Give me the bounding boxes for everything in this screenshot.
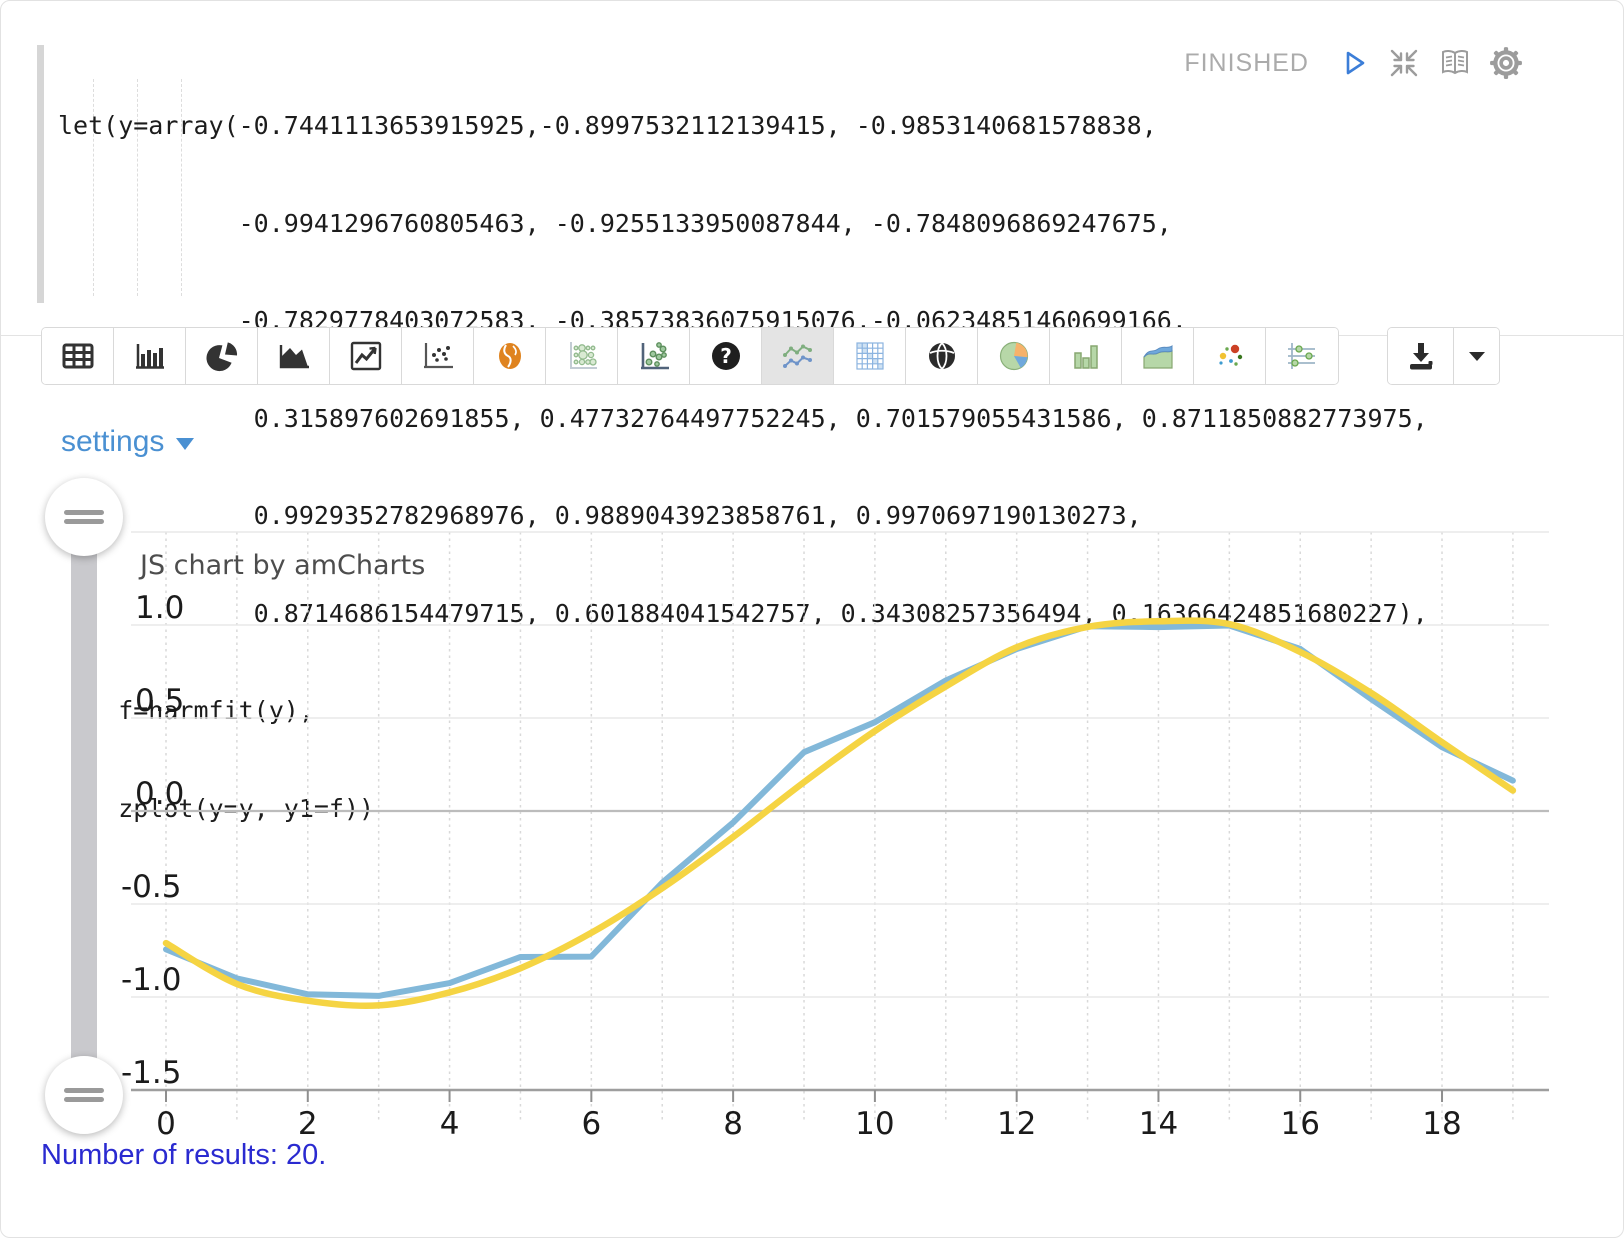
bubbles-color-icon: [1213, 340, 1247, 372]
bar-chart-icon: [133, 340, 167, 372]
globe-dark-icon: [925, 340, 959, 372]
viz-area-chart-button[interactable]: [258, 328, 330, 384]
viz-scatter-chart-button[interactable]: [402, 328, 474, 384]
columns-green-icon: [1069, 340, 1103, 372]
line-chart-plot: 1.0 0.5 0.0 -0.5 -1.0 -1.5 0 2 4 6 8 10 12 14 16 18 JS c…: [1, 481, 1624, 1161]
y-axis-label: -1.0: [121, 962, 182, 998]
x-axis-label: 0: [156, 1106, 176, 1142]
area-chart-icon: [277, 340, 311, 372]
export-controls: [1387, 327, 1500, 385]
stream-chart-icon: [1140, 340, 1176, 372]
y-axis-label: -1.5: [121, 1055, 182, 1091]
visualization-toolbar: ?: [41, 327, 1339, 385]
scatter-chart-icon: [421, 340, 455, 372]
x-axis-label: 12: [997, 1106, 1036, 1142]
result-count-text: Number of results: 20.: [41, 1139, 326, 1172]
series-line-y1: [166, 621, 1513, 1006]
parallel-sliders-icon: [1284, 340, 1320, 372]
spline-chart-icon: [780, 340, 816, 372]
y-axis-label: -0.5: [121, 869, 182, 905]
table-icon: [61, 340, 95, 372]
book-icon: [1438, 47, 1472, 79]
viz-pie-chart-button[interactable]: [186, 328, 258, 384]
y-axis-label: 0.0: [135, 776, 184, 812]
viz-pie-color-button[interactable]: [978, 328, 1050, 384]
viz-columns-button[interactable]: [1050, 328, 1122, 384]
paragraph-controls: FINISHED: [1184, 45, 1523, 81]
run-button[interactable]: [1336, 46, 1370, 80]
viz-bar-chart-button[interactable]: [114, 328, 186, 384]
viz-bubble-matrix-button[interactable]: [546, 328, 618, 384]
caret-down-icon: [176, 438, 194, 450]
bubble-scatter-icon: [636, 340, 672, 372]
y-axis-label: 0.5: [135, 683, 184, 719]
viz-globe-button[interactable]: [906, 328, 978, 384]
x-axis-label: 8: [723, 1106, 743, 1142]
x-axis-label: 4: [440, 1106, 460, 1142]
pie-chart-icon: [205, 340, 239, 372]
viz-bubbles-button[interactable]: [1194, 328, 1266, 384]
notebook-paragraph: let(y=array(-0.7441113653915925,-0.89975…: [0, 0, 1624, 1238]
bubble-matrix-icon: [564, 340, 600, 372]
viz-bubble-scatter-button[interactable]: [618, 328, 690, 384]
code-line: let(y=array(-0.7441113653915925,-0.89975…: [58, 110, 1428, 143]
x-axis-label: 14: [1139, 1106, 1178, 1142]
status-badge: FINISHED: [1184, 49, 1309, 78]
x-axis-label: 16: [1281, 1106, 1320, 1142]
viz-line-chart-button[interactable]: [330, 328, 402, 384]
editor-gutter-bar: [37, 45, 44, 303]
x-axis-label: 10: [855, 1106, 894, 1142]
viz-parallel-sliders-button[interactable]: [1266, 328, 1338, 384]
svg-text:?: ?: [720, 344, 732, 368]
play-icon: [1337, 47, 1369, 79]
chart-title: JS chart by amCharts: [138, 550, 425, 581]
download-icon: [1404, 340, 1438, 372]
code-line: -0.9941296760805463, -0.9255133950087844…: [58, 208, 1428, 241]
globe-orange-icon: [493, 340, 527, 372]
viz-help-button[interactable]: ?: [690, 328, 762, 384]
x-axis-label: 18: [1422, 1106, 1461, 1142]
download-options-button[interactable]: [1454, 328, 1499, 384]
x-axis-label: 2: [298, 1106, 318, 1142]
settings-toggle[interactable]: settings: [61, 425, 194, 459]
viz-table-button[interactable]: [42, 328, 114, 384]
download-button[interactable]: [1388, 328, 1454, 384]
line-chart-icon: [349, 340, 383, 372]
viz-spline-chart-button[interactable]: [762, 328, 834, 384]
settings-label: settings: [61, 425, 164, 459]
caret-down-icon: [1463, 342, 1491, 370]
collapse-icon: [1388, 47, 1420, 79]
pie-color-icon: [997, 339, 1031, 373]
help-icon: ?: [709, 339, 743, 373]
viz-heatmap-button[interactable]: [834, 328, 906, 384]
show-editor-button[interactable]: [1438, 46, 1472, 80]
viz-stream-chart-button[interactable]: [1122, 328, 1194, 384]
x-axis-label: 6: [581, 1106, 601, 1142]
viz-map-button[interactable]: [474, 328, 546, 384]
y-axis-label: 1.0: [135, 590, 184, 626]
paragraph-settings-button[interactable]: [1489, 46, 1523, 80]
heatmap-icon: [853, 340, 887, 372]
code-line: 0.315897602691855, 0.47732764497752245, …: [58, 403, 1428, 436]
gear-icon: [1489, 46, 1523, 80]
collapse-button[interactable]: [1387, 46, 1421, 80]
